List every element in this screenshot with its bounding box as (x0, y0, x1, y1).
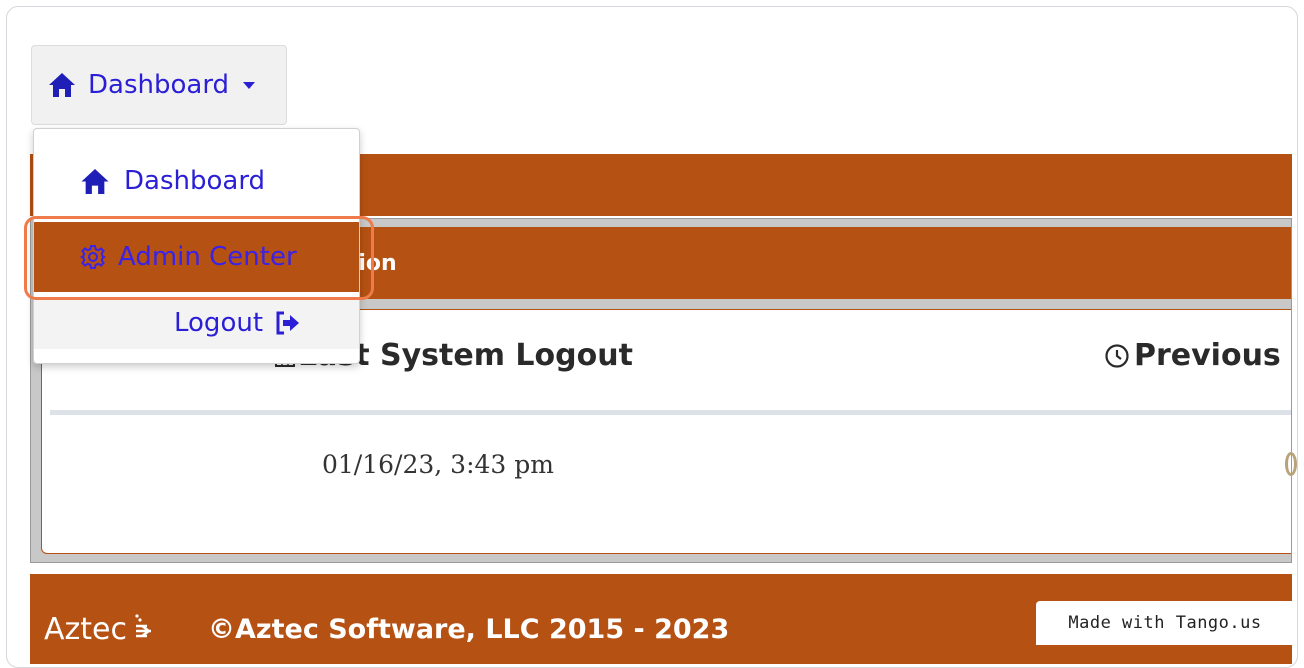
menu-item-admin-center-label: Admin Center (118, 242, 297, 272)
home-icon (49, 73, 75, 97)
menu-item-logout[interactable]: Logout (34, 297, 359, 349)
last-logout-value: 01/16/23, 3:43 pm (322, 450, 554, 479)
brand-name: Aztec (44, 612, 127, 647)
dashboard-dropdown-toggle[interactable]: Dashboard (31, 45, 287, 125)
dashboard-dropdown-menu: Dashboard Admin Center Logout (33, 128, 360, 364)
menu-item-dashboard-label: Dashboard (124, 166, 266, 196)
menu-item-admin-center[interactable]: Admin Center (34, 222, 359, 292)
gear-icon (80, 245, 106, 269)
divider (50, 410, 1291, 415)
clock-icon-partial (1285, 452, 1297, 476)
dashboard-toggle-label: Dashboard (88, 70, 230, 100)
logout-icon (276, 311, 300, 335)
clock-icon (1105, 343, 1129, 368)
footer-brand: Aztec (44, 612, 153, 647)
home-icon (81, 168, 109, 194)
previous-title: Previous (1134, 338, 1281, 373)
tango-watermark: Made with Tango.us (1036, 601, 1294, 645)
menu-item-dashboard[interactable]: Dashboard (34, 159, 359, 203)
aztec-logo-icon (135, 613, 152, 637)
footer-copyright: ©Aztec Software, LLC 2015 - 2023 (208, 614, 730, 645)
menu-item-logout-label: Logout (174, 308, 264, 338)
previous-heading: Previous (1104, 338, 1281, 373)
caret-down-icon (243, 81, 256, 89)
